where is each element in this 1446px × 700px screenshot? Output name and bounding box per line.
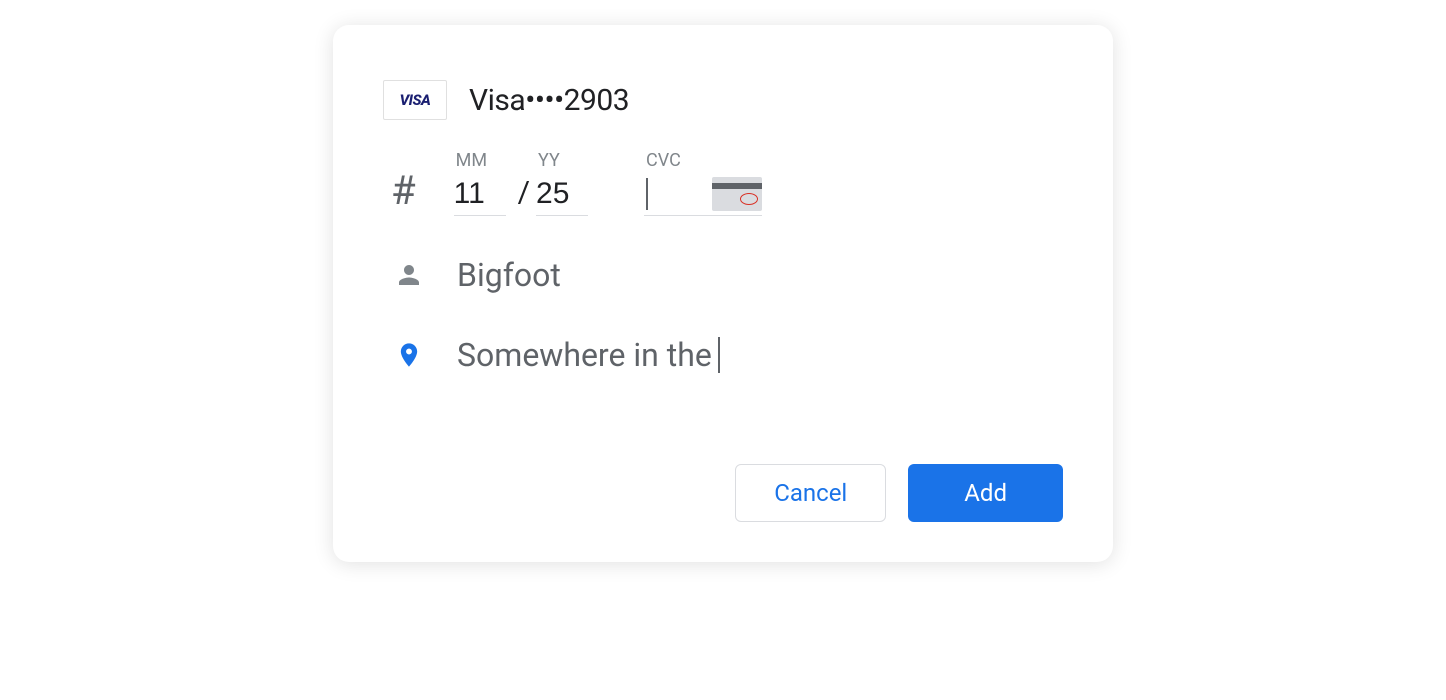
expiry-separator: / <box>506 175 536 216</box>
number-hash-icon: # <box>391 167 416 216</box>
address-cursor <box>718 337 720 373</box>
card-header: VISA Visa••••2903 <box>383 80 1063 120</box>
address-value: Somewhere in the <box>457 336 712 374</box>
year-label: YY <box>536 150 560 171</box>
cvc-input-container[interactable] <box>644 177 762 216</box>
card-title: Visa••••2903 <box>469 83 629 118</box>
cvc-field-group: CVC <box>644 150 762 216</box>
month-field-group: MM <box>454 150 506 216</box>
name-row[interactable]: Bigfoot <box>383 256 1063 294</box>
add-button[interactable]: Add <box>908 464 1063 522</box>
month-input[interactable] <box>454 177 506 216</box>
cvc-icon-stripe <box>712 183 762 189</box>
cvc-cursor <box>646 178 648 210</box>
cvc-icon-circle <box>740 193 758 205</box>
location-pin-icon <box>393 339 425 371</box>
payment-card-dialog: VISA Visa••••2903 # MM / YY CVC <box>333 25 1113 562</box>
visa-brand-text: VISA <box>400 91 431 109</box>
expiry-row: # MM / YY CVC <box>383 150 1063 216</box>
cvc-input[interactable] <box>668 177 708 211</box>
cvc-card-icon <box>712 177 762 211</box>
address-row[interactable]: Somewhere in the <box>383 336 1063 374</box>
address-text-container: Somewhere in the <box>457 336 720 374</box>
cardholder-name: Bigfoot <box>457 256 561 294</box>
cancel-button[interactable]: Cancel <box>735 464 886 522</box>
year-field-group: YY <box>536 150 588 216</box>
month-label: MM <box>454 150 487 171</box>
visa-logo-icon: VISA <box>383 80 447 120</box>
year-input[interactable] <box>536 177 588 216</box>
cvc-label: CVC <box>644 150 681 171</box>
person-icon <box>393 259 425 291</box>
button-row: Cancel Add <box>383 464 1063 522</box>
